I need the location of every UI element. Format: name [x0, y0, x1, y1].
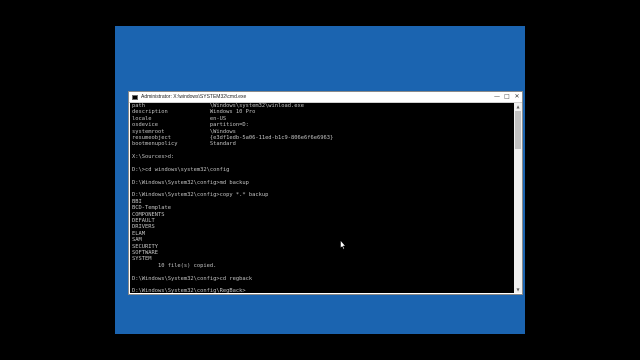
cmd-app-icon	[132, 94, 138, 100]
scroll-thumb[interactable]	[515, 111, 521, 149]
cmd-window[interactable]: Administrator: X:\windows\SYSTEM32\cmd.e…	[128, 91, 523, 295]
mouse-pointer-icon	[340, 240, 346, 250]
console-lines: path \Windows\system32\winload.exe descri…	[132, 103, 333, 293]
console-line: D:\Windows\System32\config\RegBack>	[132, 288, 246, 293]
close-button[interactable]: ✕	[512, 92, 522, 102]
maximize-button[interactable]: □	[502, 92, 512, 102]
scroll-down-icon[interactable]: ▼	[514, 286, 522, 293]
title-bar[interactable]: Administrator: X:\windows\SYSTEM32\cmd.e…	[129, 92, 522, 103]
minimize-button[interactable]: —	[492, 92, 502, 102]
scroll-up-icon[interactable]: ▲	[514, 103, 522, 110]
vertical-scrollbar[interactable]: ▲ ▼	[514, 103, 522, 293]
window-controls: — □ ✕	[492, 92, 522, 102]
console-output[interactable]: path \Windows\system32\winload.exe descri…	[130, 103, 514, 293]
window-title: Administrator: X:\windows\SYSTEM32\cmd.e…	[141, 94, 247, 100]
